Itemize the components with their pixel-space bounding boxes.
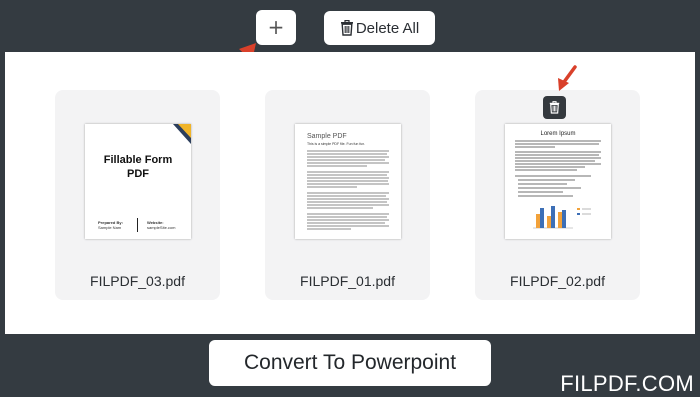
- brand-watermark: FILPDF.COM: [560, 371, 694, 396]
- preview-subtitle: This is a simple PDF file. Fun fun fun.: [307, 142, 366, 146]
- trash-icon: [340, 20, 354, 36]
- text-lines: [307, 150, 389, 230]
- divider: [137, 218, 138, 232]
- text-lines: [515, 140, 601, 229]
- file-preview: Fillable Form PDF Prepared By: Sample Na…: [85, 124, 191, 239]
- arrow-indicator: [558, 65, 577, 91]
- plus-icon: +: [267, 15, 285, 39]
- delete-all-label: Delete All: [355, 19, 420, 37]
- file-name: FILPDF_01.pdf: [300, 273, 395, 289]
- delete-all-button[interactable]: Delete All: [324, 11, 435, 45]
- file-name: FILPDF_03.pdf: [90, 273, 185, 289]
- file-card[interactable]: Lorem Ipsum FILPDF_02.pdf: [475, 90, 640, 300]
- file-canvas: Fillable Form PDF Prepared By: Sample Na…: [5, 52, 695, 334]
- preview-title: Fillable Form PDF: [103, 154, 173, 180]
- app-frame: + Delete All Fillable Form PDF Prepared …: [0, 0, 700, 397]
- preview-footer-left: Prepared By: Sample Nam: [98, 220, 123, 230]
- add-file-button[interactable]: +: [256, 10, 296, 45]
- file-card[interactable]: Fillable Form PDF Prepared By: Sample Na…: [55, 90, 220, 300]
- delete-file-button[interactable]: [543, 96, 566, 119]
- file-preview: Sample PDF This is a simple PDF file. Fu…: [295, 124, 401, 239]
- corner-decoration: [173, 124, 191, 144]
- preview-title: Lorem Ipsum: [540, 131, 576, 137]
- convert-to-powerpoint-button[interactable]: Convert To Powerpoint: [209, 340, 491, 386]
- file-card[interactable]: Sample PDF This is a simple PDF file. Fu…: [265, 90, 430, 300]
- preview-footer-right: Website: sampleSite.com: [147, 220, 176, 230]
- file-name: FILPDF_02.pdf: [510, 273, 605, 289]
- preview-title: Sample PDF: [307, 133, 347, 140]
- file-preview: Lorem Ipsum: [505, 124, 611, 239]
- trash-icon: [549, 101, 560, 114]
